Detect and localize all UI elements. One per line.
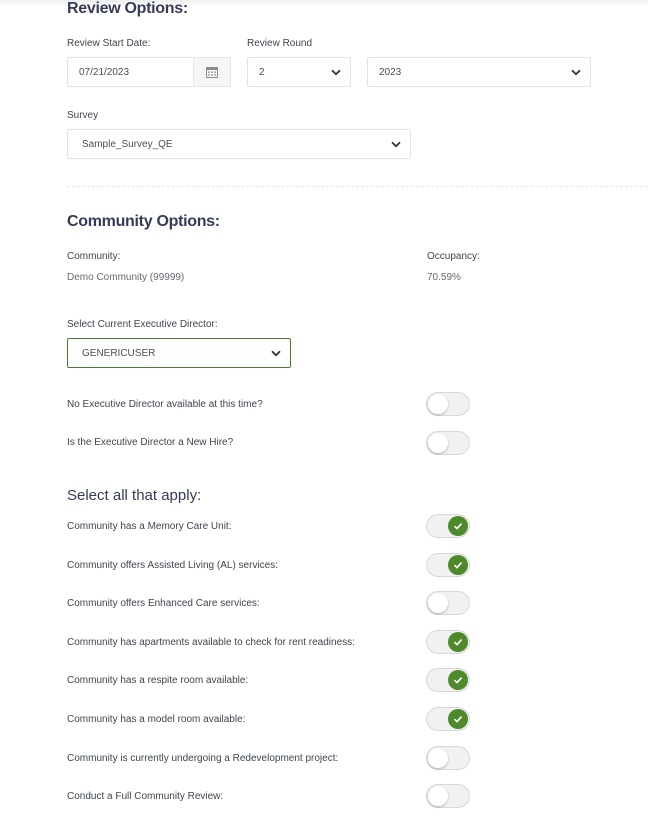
apply-item-toggle[interactable] — [426, 591, 470, 615]
review-round-label: Review Round — [247, 38, 313, 49]
check-icon — [453, 639, 463, 646]
no-director-label: No Executive Director available at this … — [67, 399, 263, 410]
section-divider — [67, 186, 648, 187]
apply-item-toggle[interactable] — [426, 514, 470, 538]
apply-item-toggle[interactable] — [426, 746, 470, 770]
apply-item-label: Community has a respite room available: — [67, 675, 249, 686]
toggle-knob — [428, 748, 448, 768]
apply-item-toggle[interactable] — [426, 707, 470, 731]
calendar-button[interactable] — [194, 57, 231, 87]
apply-item-toggle[interactable] — [426, 784, 470, 808]
survey-select[interactable]: Sample_Survey_QE — [67, 129, 411, 159]
apply-item-label: Community offers Enhanced Care services: — [67, 598, 260, 609]
check-icon — [453, 716, 463, 723]
toggle-knob — [428, 433, 448, 453]
check-icon — [453, 523, 463, 530]
review-round-value: 2 — [259, 66, 265, 78]
check-icon — [453, 562, 463, 569]
toggle-knob — [448, 670, 468, 690]
community-label: Community: — [67, 251, 121, 262]
calendar-icon — [206, 67, 218, 78]
executive-director-value: GENERICUSER — [82, 347, 156, 359]
apply-item-label: Community has a Memory Care Unit: — [67, 521, 232, 532]
occupancy-label: Occupancy: — [427, 251, 480, 262]
apply-item-label: Community offers Assisted Living (AL) se… — [67, 560, 279, 571]
apply-item-label: Community is currently undergoing a Rede… — [67, 753, 339, 764]
chevron-down-icon — [570, 66, 582, 78]
no-director-toggle[interactable] — [426, 392, 470, 416]
apply-item-label: Community has apartments available to ch… — [67, 637, 355, 648]
toggle-knob — [428, 394, 448, 414]
apply-item-toggle[interactable] — [426, 630, 470, 654]
chevron-down-icon — [390, 138, 402, 150]
apply-item-toggle[interactable] — [426, 668, 470, 692]
toggle-knob — [428, 786, 448, 806]
toggle-knob — [448, 709, 468, 729]
community-options-title: Community Options: — [67, 213, 220, 230]
apply-item-label: Conduct a Full Community Review: — [67, 791, 224, 802]
chevron-down-icon — [270, 347, 282, 359]
review-options-title: Review Options: — [67, 0, 188, 17]
review-start-date-input[interactable]: 07/21/2023 — [67, 57, 194, 87]
new-hire-label: Is the Executive Director a New Hire? — [67, 437, 234, 448]
review-year-value: 2023 — [379, 66, 402, 78]
survey-value: Sample_Survey_QE — [82, 138, 173, 150]
review-year-select[interactable]: 2023 — [367, 57, 591, 87]
survey-label: Survey — [67, 110, 99, 121]
new-hire-toggle[interactable] — [426, 431, 470, 455]
toggle-knob — [448, 555, 468, 575]
executive-director-select[interactable]: GENERICUSER — [67, 338, 291, 368]
apply-item-label: Community has a model room available: — [67, 714, 246, 725]
chevron-down-icon — [330, 66, 342, 78]
toggle-knob — [448, 632, 468, 652]
toggle-knob — [428, 593, 448, 613]
review-round-select[interactable]: 2 — [247, 57, 351, 87]
check-icon — [453, 677, 463, 684]
executive-director-label: Select Current Executive Director: — [67, 319, 218, 330]
select-all-title: Select all that apply: — [67, 487, 202, 504]
apply-item-toggle[interactable] — [426, 553, 470, 577]
community-value: Demo Community (99999) — [67, 272, 185, 283]
occupancy-value: 70.59% — [427, 272, 461, 283]
review-start-date-label: Review Start Date: — [67, 38, 151, 49]
review-start-date-value: 07/21/2023 — [79, 66, 130, 78]
toggle-knob — [448, 516, 468, 536]
